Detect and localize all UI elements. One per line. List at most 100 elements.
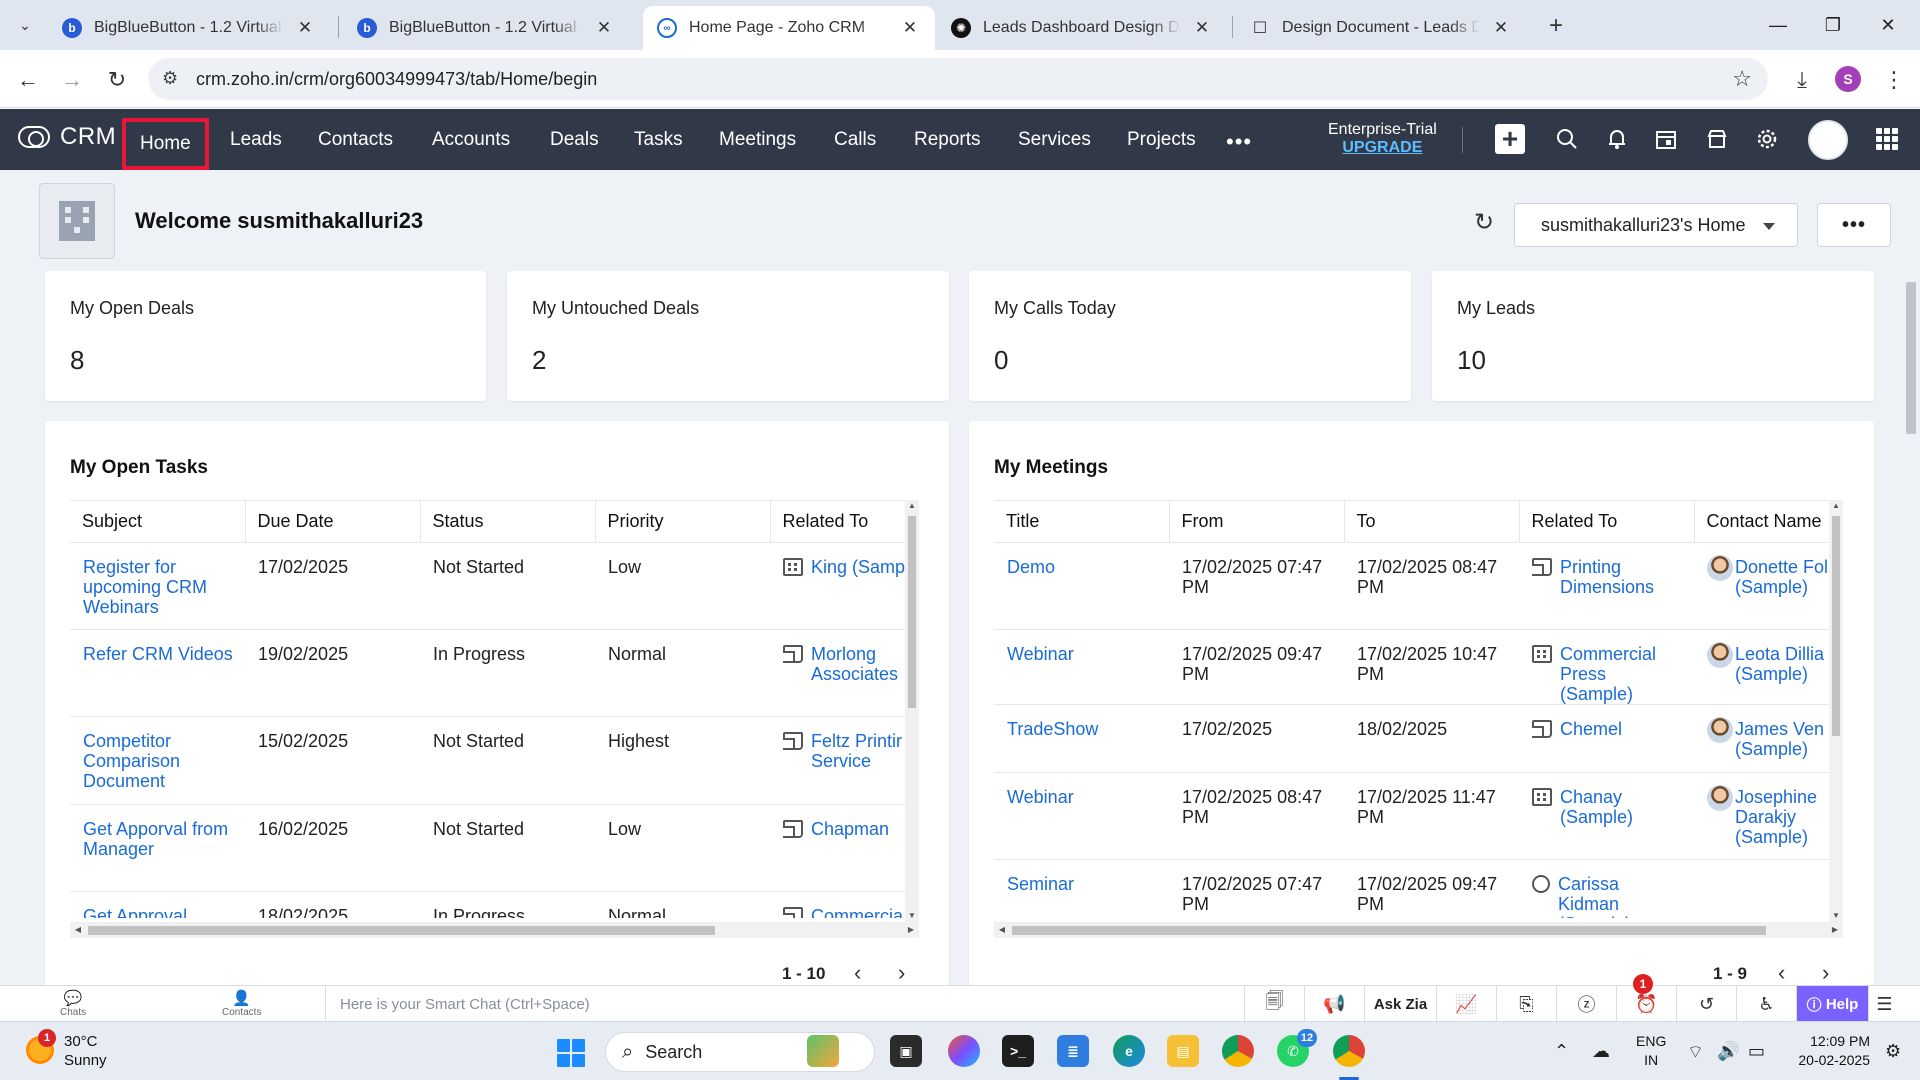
column-header-related-to[interactable]: Related To xyxy=(770,500,914,543)
contact-name-link[interactable]: Leota Dillia (Sample) xyxy=(1707,642,1838,684)
column-header-status[interactable]: Status xyxy=(420,500,596,543)
upgrade-link[interactable]: UPGRADE xyxy=(1328,139,1437,157)
scroll-right-icon[interactable]: ▶ xyxy=(905,924,917,936)
chrome-app-icon[interactable] xyxy=(1222,1035,1254,1067)
contact-name-link[interactable]: James Ven (Sample) xyxy=(1707,717,1838,759)
scroll-up-icon[interactable]: ▲ xyxy=(1829,500,1843,512)
chrome-active-app-icon[interactable] xyxy=(1333,1035,1365,1067)
browser-tab-3-active[interactable]: ∞ Home Page - Zoho CRM ✕ xyxy=(643,6,935,50)
minimize-icon[interactable]: — xyxy=(1760,8,1796,42)
signal-icon[interactable]: ⎘ xyxy=(1496,986,1556,1022)
table-row[interactable]: Refer CRM Videos 19/02/2025 In Progress … xyxy=(70,629,914,717)
gear-icon[interactable] xyxy=(1753,125,1781,153)
kpi-card-calls-today[interactable]: My Calls Today 0 xyxy=(969,271,1411,401)
kpi-card-untouched-deals[interactable]: My Untouched Deals 2 xyxy=(507,271,949,401)
related-to-link[interactable]: Chemel xyxy=(1532,719,1682,739)
nav-item-home[interactable]: Home xyxy=(122,118,209,170)
task-subject-link[interactable]: Get Apporval from Manager xyxy=(70,804,245,892)
tasks-horizontal-scrollbar[interactable]: ◀ ▶ xyxy=(70,922,919,938)
nav-item-calls[interactable]: Calls xyxy=(834,109,876,170)
cloud-offline-icon[interactable]: ☁ xyxy=(1592,1041,1610,1062)
kpi-value[interactable]: 8 xyxy=(70,345,84,376)
reload-icon[interactable]: ↻ xyxy=(101,64,133,96)
scroll-thumb[interactable] xyxy=(88,926,715,935)
nav-item-tasks[interactable]: Tasks xyxy=(634,109,683,170)
task-subject-link[interactable]: Get Approval xyxy=(70,891,245,918)
scroll-left-icon[interactable]: ◀ xyxy=(996,924,1008,936)
nav-item-leads[interactable]: Leads xyxy=(230,109,282,170)
table-row[interactable]: Seminar 17/02/2025 07:47 PM 17/02/2025 0… xyxy=(994,859,1838,918)
tab-search-chevron-icon[interactable]: ⌄ xyxy=(10,11,40,39)
forward-arrow-icon[interactable]: → xyxy=(56,64,88,96)
more-options-button[interactable]: ••• xyxy=(1817,203,1891,247)
column-header-from[interactable]: From xyxy=(1169,500,1345,543)
close-tab-icon[interactable]: ✕ xyxy=(294,17,316,39)
nav-item-reports[interactable]: Reports xyxy=(914,109,981,170)
smart-chat-input[interactable]: Here is your Smart Chat (Ctrl+Space) xyxy=(325,986,1245,1022)
notepad-app-icon[interactable]: ≣ xyxy=(1057,1035,1089,1067)
scroll-left-icon[interactable]: ◀ xyxy=(72,924,84,936)
nav-item-meetings[interactable]: Meetings xyxy=(719,109,796,170)
profile-avatar[interactable]: S xyxy=(1835,66,1861,92)
copilot-app-icon[interactable] xyxy=(948,1035,980,1067)
table-row[interactable]: Demo 17/02/2025 07:47 PM 17/02/2025 08:4… xyxy=(994,542,1838,630)
task-subject-link[interactable]: Competitor Comparison Document xyxy=(70,716,245,805)
close-tab-icon[interactable]: ✕ xyxy=(593,17,615,39)
address-bar[interactable]: ⚙ crm.zoho.in/crm/org60034999473/tab/Hom… xyxy=(148,58,1768,100)
download-icon[interactable]: ⤓ xyxy=(1786,64,1818,96)
file-browser-app-icon[interactable]: ▣ xyxy=(890,1035,922,1067)
analytics-icon[interactable]: 📈 xyxy=(1436,986,1496,1022)
scroll-thumb[interactable] xyxy=(1012,926,1766,935)
announcement-icon[interactable]: 📢 xyxy=(1304,986,1364,1022)
wifi-icon[interactable]: ⌔ xyxy=(1687,1041,1704,1064)
search-highlight-icon[interactable] xyxy=(807,1035,839,1067)
nav-item-contacts[interactable]: Contacts xyxy=(318,109,393,170)
windows-start-icon[interactable] xyxy=(557,1039,585,1067)
chats-button[interactable]: 💬 Chats xyxy=(60,988,86,1020)
new-tab-button[interactable]: + xyxy=(1542,12,1570,40)
feedback-icon[interactable]: ☰ xyxy=(1868,986,1900,1022)
back-arrow-icon[interactable]: ← xyxy=(12,64,44,96)
scroll-right-icon[interactable]: ▶ xyxy=(1829,924,1841,936)
contact-name-link[interactable]: Josephine Darakjy (Sample) xyxy=(1707,785,1838,847)
prev-page-icon[interactable]: ‹ xyxy=(1778,960,1785,985)
meeting-title-link[interactable]: Demo xyxy=(994,542,1169,630)
scroll-down-icon[interactable]: ▼ xyxy=(905,910,919,922)
close-window-icon[interactable]: ✕ xyxy=(1870,8,1906,42)
related-to-link[interactable]: King (Samp xyxy=(783,557,914,577)
meeting-title-link[interactable]: Seminar xyxy=(994,859,1169,918)
table-row[interactable]: TradeShow 17/02/2025 18/02/2025 Chemel J… xyxy=(994,704,1838,773)
home-selector-dropdown[interactable]: susmithakalluri23's Home xyxy=(1514,203,1798,247)
related-to-link[interactable]: Morlong Associates xyxy=(783,644,914,684)
scroll-up-icon[interactable]: ▲ xyxy=(905,500,919,512)
history-icon[interactable]: ↺ xyxy=(1676,986,1736,1022)
table-row[interactable]: Register for upcoming CRM Webinars 17/02… xyxy=(70,542,914,630)
nav-item-projects[interactable]: Projects xyxy=(1127,109,1196,170)
table-row[interactable]: Get Approval 18/02/2025 In Progress Norm… xyxy=(70,891,914,918)
kpi-value[interactable]: 10 xyxy=(1457,345,1486,376)
contact-name-link[interactable]: Donette Foller (Sample) xyxy=(1707,555,1838,597)
create-new-button[interactable]: + xyxy=(1495,124,1525,154)
close-tab-icon[interactable]: ✕ xyxy=(1490,17,1512,39)
column-header-subject[interactable]: Subject xyxy=(70,500,246,543)
meeting-title-link[interactable]: Webinar xyxy=(994,772,1169,860)
column-header-contact-name[interactable]: Contact Name xyxy=(1694,500,1838,543)
column-header-to[interactable]: To xyxy=(1344,500,1520,543)
file-explorer-icon[interactable]: ▤ xyxy=(1167,1035,1199,1067)
translate-icon[interactable]: ⓩ xyxy=(1556,986,1616,1022)
column-header-due-date[interactable]: Due Date xyxy=(245,500,421,543)
related-to-link[interactable]: Printing Dimensions xyxy=(1532,557,1682,597)
weather-widget[interactable]: 30°C Sunny xyxy=(64,1032,107,1070)
language-indicator[interactable]: ENG IN xyxy=(1636,1032,1666,1070)
battery-icon[interactable]: ▭ xyxy=(1748,1041,1765,1062)
browser-tab-5[interactable]: ☐ Design Document - Leads Dash ✕ xyxy=(1236,6,1526,50)
volume-icon[interactable]: 🔊 xyxy=(1717,1041,1739,1062)
meetings-vertical-scrollbar[interactable]: ▲ ▼ xyxy=(1829,500,1843,922)
close-tab-icon[interactable]: ✕ xyxy=(1191,17,1213,39)
kpi-value[interactable]: 2 xyxy=(532,345,546,376)
column-header-priority[interactable]: Priority xyxy=(595,500,771,543)
trial-badge[interactable]: Enterprise-Trial UPGRADE xyxy=(1328,121,1437,157)
nav-more-icon[interactable]: ••• xyxy=(1226,129,1252,155)
refresh-icon[interactable]: ↻ xyxy=(1474,208,1494,237)
meeting-title-link[interactable]: Webinar xyxy=(994,629,1169,705)
